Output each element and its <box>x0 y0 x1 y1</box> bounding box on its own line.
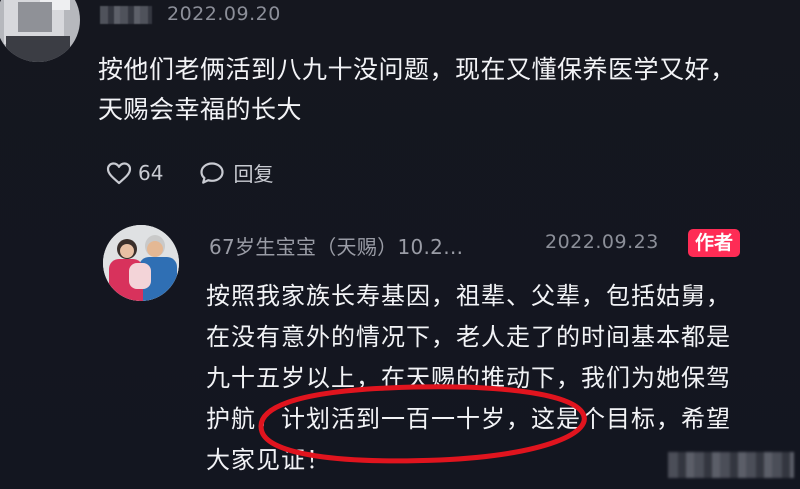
reply-text-line: 在没有意外的情况下，老人走了的时间基本都是 <box>206 323 731 351</box>
comment-date: 2022.09.20 <box>167 3 281 25</box>
watermark-blurred <box>668 452 794 478</box>
author-username[interactable]: 67岁生宝宝（天赐）10.2… <box>209 231 463 260</box>
comment-text-line: 按他们老俩活到八九十没问题，现在又懂保养医学又好， <box>98 55 736 84</box>
comment-actions: 64 回复 <box>106 158 309 187</box>
commenter-name-blurred[interactable] <box>100 6 152 24</box>
comment-text: 按他们老俩活到八九十没问题，现在又懂保养医学又好， 天赐会幸福的长大 <box>98 50 798 130</box>
reply-button[interactable]: 回复 <box>199 158 273 187</box>
heart-icon <box>106 161 132 185</box>
reply-text-line: 九十五岁以上，在天赐的推动下，我们为她保驾 <box>206 364 731 392</box>
reply-text-line: 按照我家族长寿基因，祖辈、父辈，包括姑舅， <box>206 282 731 310</box>
like-count: 64 <box>138 160 164 185</box>
author-avatar[interactable] <box>103 225 179 301</box>
comment-screen: 2022.09.20 按他们老俩活到八九十没问题，现在又懂保养医学又好， 天赐会… <box>0 0 800 489</box>
reply-text: 按照我家族长寿基因，祖辈、父辈，包括姑舅， 在没有意外的情况下，老人走了的时间基… <box>206 276 800 481</box>
reply-date: 2022.09.23 <box>545 231 659 253</box>
reply-text-line: 护航，计划活到一百一十岁，这是个目标，希望 <box>206 405 731 433</box>
like-button[interactable]: 64 <box>106 161 163 185</box>
reply-label: 回复 <box>233 162 274 186</box>
commenter-avatar[interactable] <box>0 0 80 62</box>
author-badge: 作者 <box>688 229 741 257</box>
speech-bubble-icon <box>199 161 225 185</box>
comment-text-line: 天赐会幸福的长大 <box>98 95 303 124</box>
